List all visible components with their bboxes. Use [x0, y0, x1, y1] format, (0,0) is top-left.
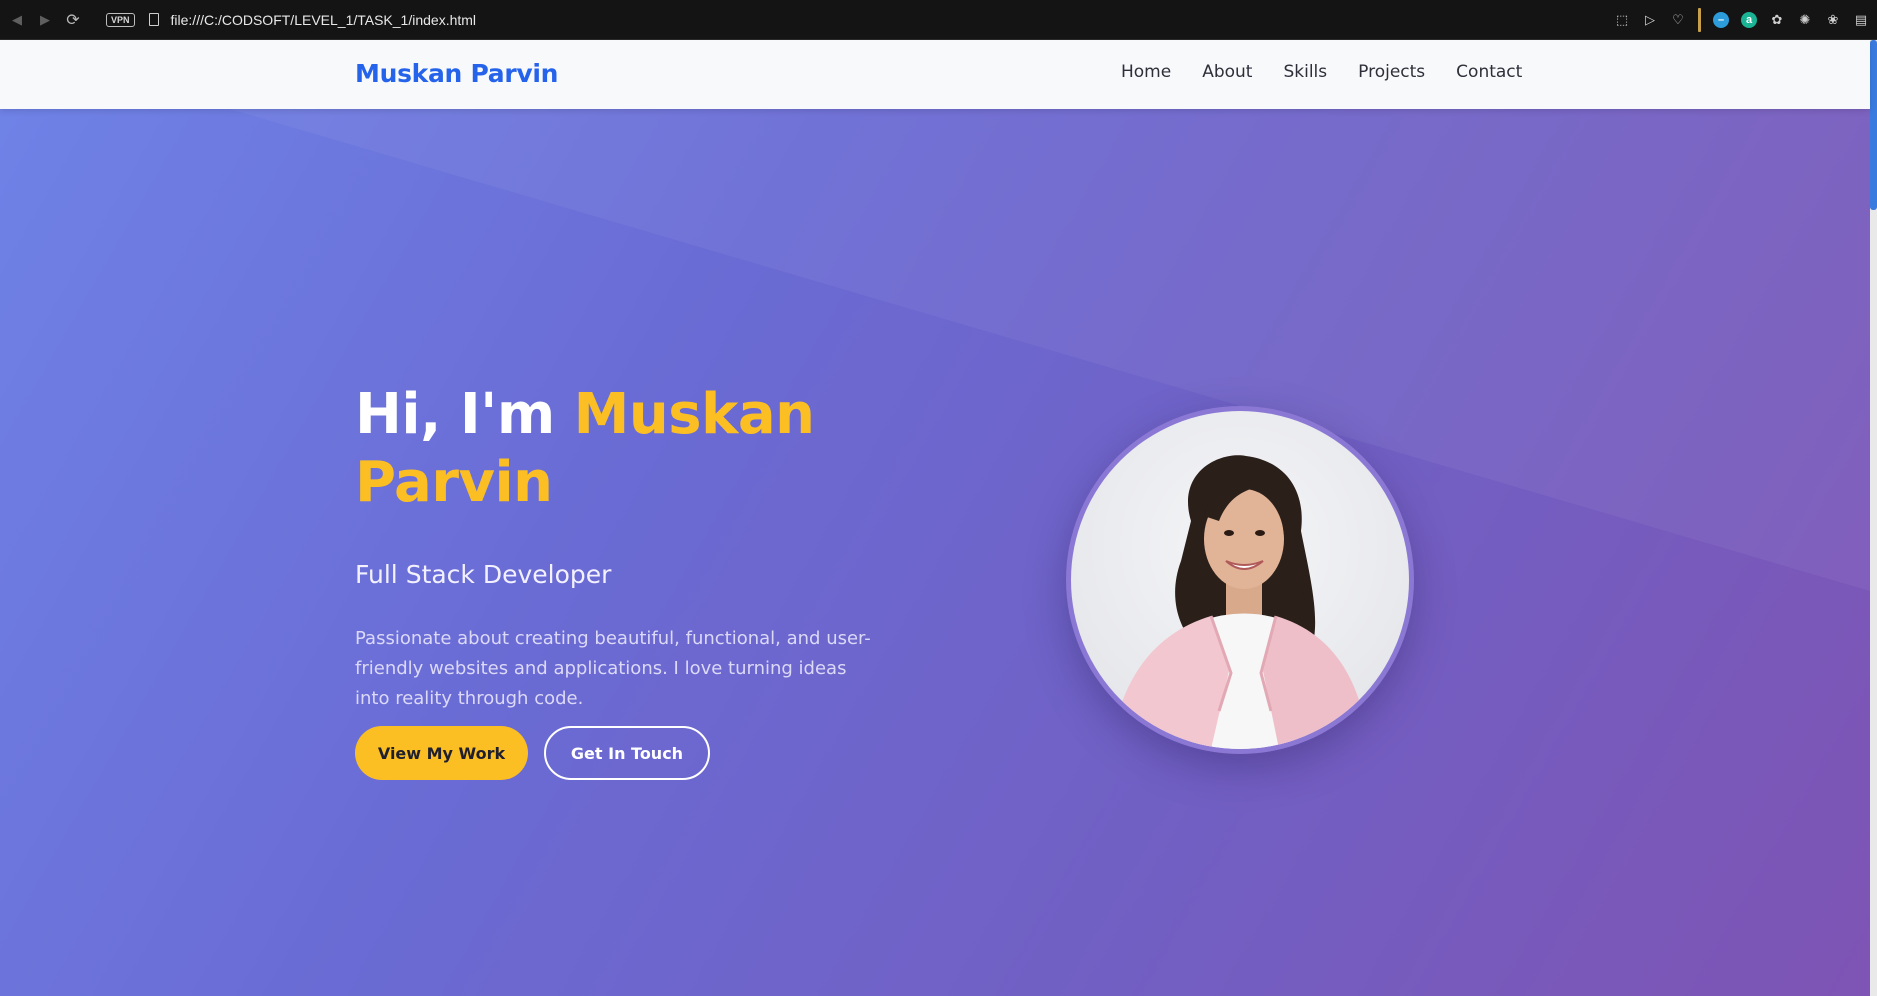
toolbar-divider — [1698, 8, 1701, 32]
nav-link-skills[interactable]: Skills — [1283, 62, 1327, 82]
hero-name-last: Parvin — [355, 450, 553, 515]
profile-photo — [1071, 411, 1409, 749]
extension-spark-icon[interactable]: ✺ — [1797, 12, 1813, 28]
heart-icon[interactable]: ♡ — [1670, 12, 1686, 28]
hero-description: Passionate about creating beautiful, fun… — [355, 628, 871, 709]
nav-link-contact[interactable]: Contact — [1456, 62, 1522, 82]
profile-photo-frame — [1066, 406, 1414, 754]
hero-subtitle: Full Stack Developer — [355, 560, 612, 589]
view-my-work-button[interactable]: View My Work — [355, 726, 528, 780]
hero-section: Hi, I'm Muskan Parvin Full Stack Develope… — [0, 109, 1870, 996]
extension-a-icon[interactable]: a — [1741, 12, 1757, 28]
browser-toolbar: ◀ ▶ ⟳ VPN file:///C:/CODSOFT/LEVEL_1/TAS… — [0, 0, 1877, 40]
page-viewport: Muskan Parvin Home About Skills Projects… — [0, 40, 1877, 996]
play-icon[interactable]: ▷ — [1642, 12, 1658, 28]
address-bar[interactable]: file:///C:/CODSOFT/LEVEL_1/TASK_1/index.… — [171, 12, 477, 28]
nav-links: Home About Skills Projects Contact — [1121, 62, 1522, 82]
hero-background-shape — [230, 109, 1870, 591]
page-icon — [148, 13, 159, 26]
page-scrollbar[interactable] — [1870, 40, 1877, 996]
hero-title: Hi, I'm Muskan Parvin — [355, 381, 915, 517]
back-icon[interactable]: ◀ — [6, 9, 28, 31]
nav-link-about[interactable]: About — [1202, 62, 1252, 82]
hero-name-first: Muskan — [573, 382, 815, 447]
nav-link-projects[interactable]: Projects — [1358, 62, 1425, 82]
site-navbar: Muskan Parvin Home About Skills Projects… — [0, 40, 1870, 109]
brand-logo[interactable]: Muskan Parvin — [355, 59, 558, 88]
scrollbar-thumb[interactable] — [1870, 40, 1877, 210]
extension-puzzle-icon[interactable]: ✿ — [1769, 12, 1785, 28]
reading-list-icon[interactable]: ▤ — [1853, 12, 1869, 28]
vpn-badge[interactable]: VPN — [106, 12, 135, 27]
nav-link-home[interactable]: Home — [1121, 62, 1171, 82]
forward-icon[interactable]: ▶ — [34, 9, 56, 31]
extension-blue-icon[interactable]: – — [1713, 12, 1729, 28]
get-in-touch-button[interactable]: Get In Touch — [544, 726, 710, 780]
screenshot-icon[interactable]: ⬚ — [1614, 12, 1630, 28]
hero-greeting: Hi, I'm — [355, 382, 574, 447]
extension-cat-icon[interactable]: ❀ — [1825, 12, 1841, 28]
reload-icon[interactable]: ⟳ — [62, 9, 84, 31]
